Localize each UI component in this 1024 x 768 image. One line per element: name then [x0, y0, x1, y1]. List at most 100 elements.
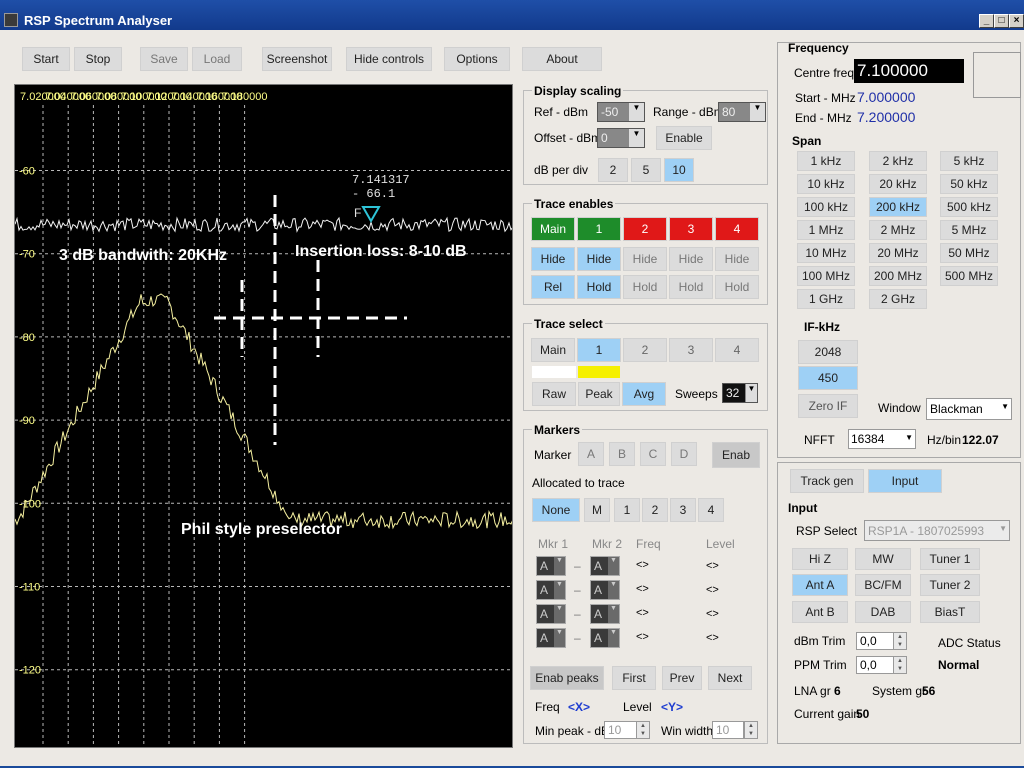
- dbm-trim-input[interactable]: 0,0: [856, 632, 894, 650]
- alloc-0-button[interactable]: None: [532, 498, 580, 522]
- trace-hold-2-button[interactable]: Hold: [623, 275, 667, 299]
- min-peak-input[interactable]: 10: [604, 721, 638, 739]
- span-1-mhz-button[interactable]: 1 MHz: [797, 220, 855, 240]
- enab-peaks-button[interactable]: Enab peaks: [530, 666, 604, 690]
- spectrum-plot[interactable]: 7.020000 7.040000 7.060000 7.080000 7.100000…: [14, 84, 513, 748]
- trace-select-2-button[interactable]: 2: [623, 338, 667, 362]
- ppm-trim-input[interactable]: 0,0: [856, 656, 894, 674]
- centre-freq-input[interactable]: 7.100000: [854, 59, 964, 83]
- trace-select-3-button[interactable]: 3: [669, 338, 713, 362]
- first-button[interactable]: First: [612, 666, 656, 690]
- min-peak-spinner[interactable]: ▲ ▼: [636, 721, 650, 739]
- input-bc-fm-button[interactable]: BC/FM: [855, 574, 911, 596]
- trace-hold-0-button[interactable]: Rel: [531, 275, 575, 299]
- mkr1-select[interactable]: A ▼: [536, 604, 566, 624]
- input-tuner-1-button[interactable]: Tuner 1: [920, 548, 980, 570]
- close-icon[interactable]: ×: [1009, 14, 1024, 28]
- avg-button[interactable]: Avg: [622, 382, 666, 406]
- trace-select-4-button[interactable]: 4: [715, 338, 759, 362]
- span-10-mhz-button[interactable]: 10 MHz: [797, 243, 855, 263]
- trace-enable-0-button[interactable]: Main: [531, 217, 575, 241]
- trace-enable-2-button[interactable]: 2: [623, 217, 667, 241]
- mkr2-select[interactable]: A ▼: [590, 604, 620, 624]
- input-ant-b-button[interactable]: Ant B: [792, 601, 848, 623]
- mkr1-select[interactable]: A ▼: [536, 580, 566, 600]
- span-5-mhz-button[interactable]: 5 MHz: [940, 220, 998, 240]
- span-500-mhz-button[interactable]: 500 MHz: [940, 266, 998, 286]
- span-2-ghz-button[interactable]: 2 GHz: [869, 289, 927, 309]
- maximize-icon[interactable]: □: [994, 14, 1009, 28]
- span-10-khz-button[interactable]: 10 kHz: [797, 174, 855, 194]
- mkr2-select[interactable]: A ▼: [590, 556, 620, 576]
- trace-hide-3-button[interactable]: Hide: [669, 247, 713, 271]
- span-200-mhz-button[interactable]: 200 MHz: [869, 266, 927, 286]
- dbdiv-5-button[interactable]: 5: [631, 158, 661, 182]
- alloc-1-button[interactable]: M: [584, 498, 610, 522]
- trace-hide-0-button[interactable]: Hide: [531, 247, 575, 271]
- zero-if-button[interactable]: Zero IF: [798, 394, 858, 418]
- load-button[interactable]: Load: [192, 47, 242, 71]
- hide-controls-button[interactable]: Hide controls: [346, 47, 432, 71]
- mkr2-select[interactable]: A ▼: [590, 628, 620, 648]
- alloc-4-button[interactable]: 3: [670, 498, 696, 522]
- ppm-trim-spinner[interactable]: ▲ ▼: [893, 656, 907, 674]
- about-button[interactable]: About: [522, 47, 602, 71]
- save-button[interactable]: Save: [140, 47, 188, 71]
- if-450-button[interactable]: 450: [798, 366, 858, 390]
- span-2-khz-button[interactable]: 2 kHz: [869, 151, 927, 171]
- mkr1-select[interactable]: A ▼: [536, 556, 566, 576]
- offset-dropdown[interactable]: 0 ▼: [597, 128, 645, 148]
- trace-hide-2-button[interactable]: Hide: [623, 247, 667, 271]
- trace-enable-3-button[interactable]: 3: [669, 217, 713, 241]
- input-biast-button[interactable]: BiasT: [920, 601, 980, 623]
- span-100-khz-button[interactable]: 100 kHz: [797, 197, 855, 217]
- marker-b-button[interactable]: B: [609, 442, 635, 466]
- start-button[interactable]: Start: [22, 47, 70, 71]
- minimize-icon[interactable]: _: [979, 14, 994, 28]
- input-dab-button[interactable]: DAB: [855, 601, 911, 623]
- span-500-khz-button[interactable]: 500 kHz: [940, 197, 998, 217]
- trace-enable-4-button[interactable]: 4: [715, 217, 759, 241]
- alloc-3-button[interactable]: 2: [642, 498, 668, 522]
- span-20-khz-button[interactable]: 20 kHz: [869, 174, 927, 194]
- ref-dropdown[interactable]: -50 ▼: [597, 102, 645, 122]
- nfft-select[interactable]: 16384 ▼: [848, 429, 916, 449]
- input-tuner-2-button[interactable]: Tuner 2: [920, 574, 980, 596]
- marker-a-button[interactable]: A: [578, 442, 604, 466]
- span-1-khz-button[interactable]: 1 kHz: [797, 151, 855, 171]
- stop-button[interactable]: Stop: [74, 47, 122, 71]
- screenshot-button[interactable]: Screenshot: [262, 47, 332, 71]
- trace-select-1-button[interactable]: 1: [577, 338, 621, 362]
- input-hi-z-button[interactable]: Hi Z: [792, 548, 848, 570]
- span-20-mhz-button[interactable]: 20 MHz: [869, 243, 927, 263]
- trace-hold-3-button[interactable]: Hold: [669, 275, 713, 299]
- span-50-khz-button[interactable]: 50 kHz: [940, 174, 998, 194]
- next-button[interactable]: Next: [708, 666, 752, 690]
- alloc-2-button[interactable]: 1: [614, 498, 640, 522]
- marker-d-button[interactable]: D: [671, 442, 697, 466]
- input-tab[interactable]: Input: [868, 469, 942, 493]
- peak-button[interactable]: Peak: [578, 382, 620, 406]
- trace-enable-1-button[interactable]: 1: [577, 217, 621, 241]
- range-dropdown[interactable]: 80 ▼: [718, 102, 766, 122]
- mkr1-select[interactable]: A ▼: [536, 628, 566, 648]
- trace-hide-4-button[interactable]: Hide: [715, 247, 759, 271]
- options-button[interactable]: Options: [444, 47, 510, 71]
- title-bar[interactable]: RSP Spectrum Analyser _ □ ×: [0, 0, 1024, 30]
- enable-button[interactable]: Enable: [656, 126, 712, 150]
- track-gen-tab[interactable]: Track gen: [790, 469, 864, 493]
- dbdiv-2-button[interactable]: 2: [598, 158, 628, 182]
- raw-button[interactable]: Raw: [532, 382, 576, 406]
- span-50-mhz-button[interactable]: 50 MHz: [940, 243, 998, 263]
- span-5-khz-button[interactable]: 5 kHz: [940, 151, 998, 171]
- span-2-mhz-button[interactable]: 2 MHz: [869, 220, 927, 240]
- trace-hide-1-button[interactable]: Hide: [577, 247, 621, 271]
- span-100-mhz-button[interactable]: 100 MHz: [797, 266, 855, 286]
- window-select[interactable]: Blackman ▼: [926, 398, 1012, 420]
- if-2048-button[interactable]: 2048: [798, 340, 858, 364]
- win-width-spinner[interactable]: ▲ ▼: [744, 721, 758, 739]
- prev-button[interactable]: Prev: [662, 666, 702, 690]
- mkr2-select[interactable]: A ▼: [590, 580, 620, 600]
- span-1-ghz-button[interactable]: 1 GHz: [797, 289, 855, 309]
- rsp-select-dropdown[interactable]: RSP1A - 1807025993 ▼: [864, 520, 1010, 541]
